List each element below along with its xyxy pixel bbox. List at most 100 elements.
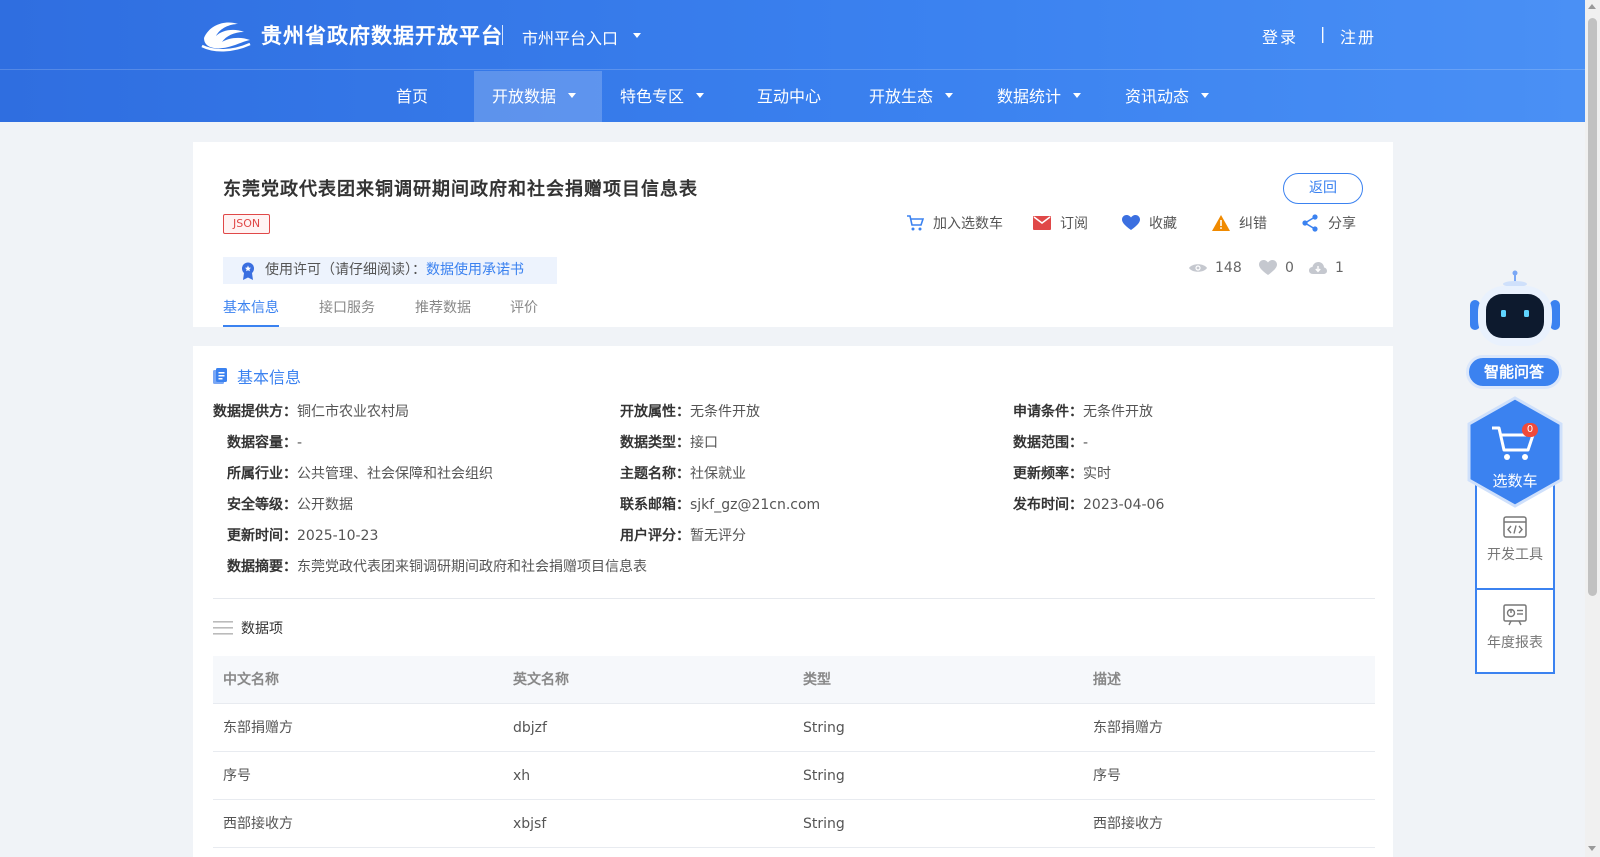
col-type: 类型 xyxy=(803,672,831,688)
chevron-down-icon xyxy=(1073,93,1082,98)
share-button[interactable]: 分享 xyxy=(1301,212,1356,234)
main-nav: 首页 开放数据 特色专区 互动中心 开放生态 数据统计 资讯动态 xyxy=(0,71,1585,122)
warning-icon xyxy=(1212,215,1230,231)
cell-type: String xyxy=(803,720,845,736)
like-count-value: 0 xyxy=(1285,260,1294,276)
basic-info-title: 基本信息 xyxy=(237,368,302,387)
dataset-title: 东莞党政代表团来铜调研期间政府和社会捐赠项目信息表 xyxy=(223,179,698,200)
favorite-button[interactable]: 收藏 xyxy=(1122,212,1177,234)
register-link[interactable]: 注册 xyxy=(1340,24,1376,48)
login-link[interactable]: 登录 xyxy=(1262,24,1298,48)
subscribe-button[interactable]: 订阅 xyxy=(1033,212,1088,234)
chevron-down-icon[interactable] xyxy=(633,33,641,38)
subscribe-label: 订阅 xyxy=(1060,216,1088,232)
cloud-download-icon xyxy=(1309,261,1327,274)
tab-recommended[interactable]: 推荐数据 xyxy=(415,297,471,327)
col-english-name: 英文名称 xyxy=(513,672,569,688)
annual-report-label: 年度报表 xyxy=(1487,635,1543,651)
add-to-cart-button[interactable]: 加入选数车 xyxy=(906,212,1003,234)
tab-basic-info[interactable]: 基本信息 xyxy=(223,297,279,327)
license-bar: 使用许可（请仔细阅读）： 数据使用承诺书 xyxy=(223,257,557,284)
list-icon xyxy=(213,621,233,635)
field-capacity: 数据容量：- xyxy=(227,435,303,451)
chevron-down-icon xyxy=(568,93,577,98)
view-count: 148 xyxy=(1189,260,1242,276)
field-open-attribute: 开放属性：无条件开放 xyxy=(620,404,760,420)
brand-divider xyxy=(502,25,503,45)
table-header-row: 中文名称 英文名称 类型 描述 xyxy=(213,656,1375,704)
report-error-label: 纠错 xyxy=(1239,216,1267,232)
robot-assistant-icon[interactable] xyxy=(1468,270,1562,350)
add-to-cart-label: 加入选数车 xyxy=(933,216,1003,232)
chevron-down-icon xyxy=(945,93,954,98)
cell-type: String xyxy=(803,816,845,832)
data-items-heading: 数据项 xyxy=(213,618,283,638)
cell-description: 西部接收方 xyxy=(1093,816,1163,832)
platform-brand[interactable]: 贵州省政府数据开放平台 xyxy=(261,20,503,50)
report-error-button[interactable]: 纠错 xyxy=(1212,212,1267,234)
award-icon xyxy=(242,262,254,280)
cell-description: 东部捐赠方 xyxy=(1093,720,1163,736)
dev-tools-label: 开发工具 xyxy=(1487,547,1543,563)
view-count-value: 148 xyxy=(1215,260,1242,276)
field-data-type: 数据类型：接口 xyxy=(620,435,718,451)
basic-info-heading: 基本信息 xyxy=(213,364,301,388)
nav-item-statistics[interactable]: 数据统计 xyxy=(979,71,1099,122)
license-label: 使用许可（请仔细阅读）： xyxy=(265,262,426,278)
cell-chinese-name: 序号 xyxy=(223,768,251,784)
auth-separator: | xyxy=(1320,24,1326,43)
site-header: 贵州省政府数据开放平台 市州平台入口 登录 | 注册 首页 开放数据 特色专区 … xyxy=(0,0,1585,122)
nav-item-news[interactable]: 资讯动态 xyxy=(1107,71,1227,122)
chevron-down-icon xyxy=(1201,93,1210,98)
heart-icon xyxy=(1259,260,1277,275)
field-update-date: 更新时间：2025-10-23 xyxy=(227,528,379,544)
table-row: 东部捐赠方 dbjzf String 东部捐赠方 xyxy=(213,704,1375,752)
ai-qa-button[interactable]: 智能问答 xyxy=(1466,355,1562,389)
scrollbar-thumb[interactable] xyxy=(1588,18,1597,596)
tab-api-service[interactable]: 接口服务 xyxy=(319,297,375,327)
field-apply-condition: 申请条件：无条件开放 xyxy=(1013,404,1153,420)
heart-icon xyxy=(1122,215,1140,230)
col-description: 描述 xyxy=(1093,672,1121,688)
city-platform-entry[interactable]: 市州平台入口 xyxy=(522,25,618,49)
data-cart-label: 选数车 xyxy=(1492,472,1538,490)
eye-icon xyxy=(1189,264,1207,272)
nav-item-home[interactable]: 首页 xyxy=(378,71,446,122)
dev-tools-button[interactable]: 开发工具 xyxy=(1477,502,1553,584)
section-divider xyxy=(213,598,1375,599)
cell-english-name: xh xyxy=(513,768,531,784)
field-update-frequency: 更新频率：实时 xyxy=(1013,466,1111,482)
field-summary: 数据摘要：东莞党政代表团来铜调研期间政府和社会捐赠项目信息表 xyxy=(227,559,647,575)
back-button[interactable]: 返回 xyxy=(1283,173,1363,204)
cart-count-badge: 0 xyxy=(1522,423,1538,437)
annual-report-button[interactable]: 年度报表 xyxy=(1477,590,1553,672)
field-security-level: 安全等级：公开数据 xyxy=(227,497,353,513)
table-row: 西部接收方 xbjsf String 西部接收方 xyxy=(213,800,1375,848)
nav-item-open-data[interactable]: 开放数据 xyxy=(474,71,602,122)
nav-item-interaction[interactable]: 互动中心 xyxy=(739,71,839,122)
share-icon xyxy=(1302,214,1318,232)
dataset-header-card: 东莞党政代表团来铜调研期间政府和社会捐赠项目信息表 返回 JSON 加入选数车 … xyxy=(193,142,1393,327)
document-icon xyxy=(213,367,227,384)
table-row: 序号 xh String 序号 xyxy=(213,752,1375,800)
data-items-title: 数据项 xyxy=(241,621,283,637)
download-count: 1 xyxy=(1309,260,1344,276)
like-count: 0 xyxy=(1259,260,1294,276)
top-bar: 贵州省政府数据开放平台 市州平台入口 登录 | 注册 xyxy=(0,0,1585,70)
cell-chinese-name: 东部捐赠方 xyxy=(223,720,293,736)
field-data-range: 数据范围：- xyxy=(1013,435,1089,451)
field-contact-email: 联系邮箱：sjkf_gz@21cn.com xyxy=(620,497,821,513)
license-agreement-link[interactable]: 数据使用承诺书 xyxy=(426,257,524,284)
field-industry: 所属行业：公共管理、社会保障和社会组织 xyxy=(227,466,493,482)
data-cart-button[interactable] xyxy=(1466,396,1564,508)
field-provider: 数据提供方：铜仁市农业农村局 xyxy=(213,404,409,420)
nav-item-featured[interactable]: 特色专区 xyxy=(602,71,722,122)
favorite-label: 收藏 xyxy=(1149,216,1177,232)
platform-logo-icon[interactable] xyxy=(200,16,252,54)
chevron-down-icon xyxy=(696,93,705,98)
col-chinese-name: 中文名称 xyxy=(223,672,279,688)
scroll-up-icon[interactable] xyxy=(1588,4,1596,9)
scroll-down-icon[interactable] xyxy=(1588,846,1596,851)
tab-rating[interactable]: 评价 xyxy=(510,297,538,327)
nav-item-ecosystem[interactable]: 开放生态 xyxy=(851,71,971,122)
